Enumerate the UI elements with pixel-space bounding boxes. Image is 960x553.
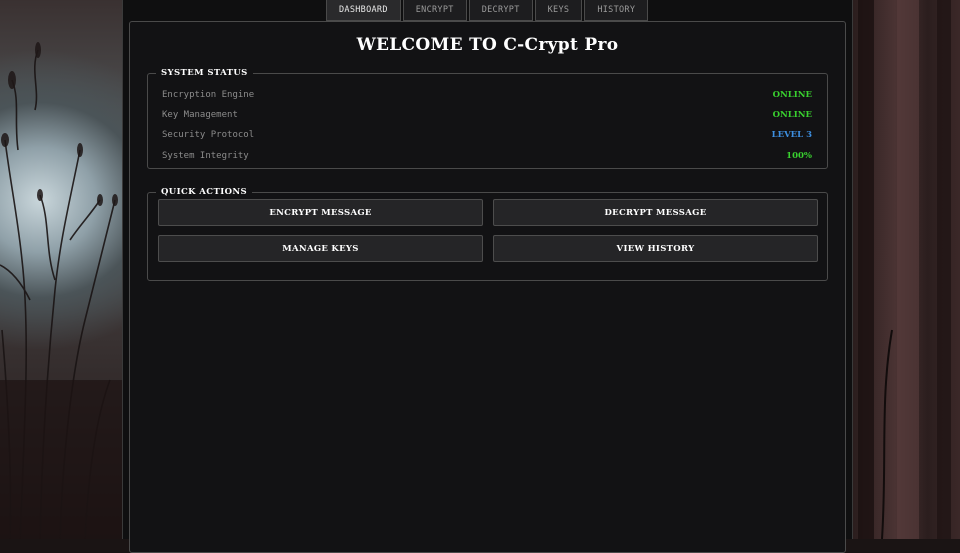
background-image-right [852, 0, 960, 539]
tab-history[interactable]: HISTORY [584, 0, 649, 21]
background-plants-left [0, 42, 123, 539]
status-row-key-management: Key Management ONLINE [162, 107, 812, 123]
status-value: 100% [786, 151, 812, 161]
status-row-system-integrity: System Integrity 100% [162, 148, 812, 164]
tab-dashboard[interactable]: DASHBOARD [326, 0, 401, 21]
quick-actions-legend: QUICK ACTIONS [161, 187, 248, 197]
status-label: Security Protocol [162, 130, 255, 140]
manage-keys-button[interactable]: MANAGE KEYS [158, 235, 483, 262]
tab-encrypt[interactable]: ENCRYPT [402, 0, 467, 21]
system-status-legend: SYSTEM STATUS [161, 68, 248, 78]
status-row-security-protocol: Security Protocol LEVEL 3 [162, 127, 812, 143]
status-value: ONLINE [772, 90, 812, 100]
status-row-encryption-engine: Encryption Engine ONLINE [162, 87, 812, 103]
status-value: LEVEL 3 [771, 130, 812, 140]
tab-keys[interactable]: KEYS [534, 0, 583, 21]
status-value: ONLINE [772, 110, 812, 120]
status-label: Encryption Engine [162, 90, 255, 100]
status-label: System Integrity [162, 151, 249, 161]
dashboard-panel: WELCOME TO C-Crypt Pro SYSTEM STATUS Enc… [129, 21, 846, 553]
encrypt-message-button[interactable]: ENCRYPT MESSAGE [158, 199, 483, 226]
background-trees-right [858, 0, 951, 539]
page-title: WELCOME TO C-Crypt Pro [356, 35, 619, 55]
status-label: Key Management [162, 110, 238, 120]
system-status-section: SYSTEM STATUS Encryption Engine ONLINE K… [147, 68, 828, 169]
background-image-left [0, 0, 123, 539]
tab-bar: DASHBOARD ENCRYPT DECRYPT KEYS HISTORY [326, 0, 649, 21]
decrypt-message-button[interactable]: DECRYPT MESSAGE [493, 199, 818, 226]
view-history-button[interactable]: VIEW HISTORY [493, 235, 818, 262]
quick-actions-section: QUICK ACTIONS ENCRYPT MESSAGE DECRYPT ME… [147, 187, 828, 281]
tab-decrypt[interactable]: DECRYPT [468, 0, 533, 21]
